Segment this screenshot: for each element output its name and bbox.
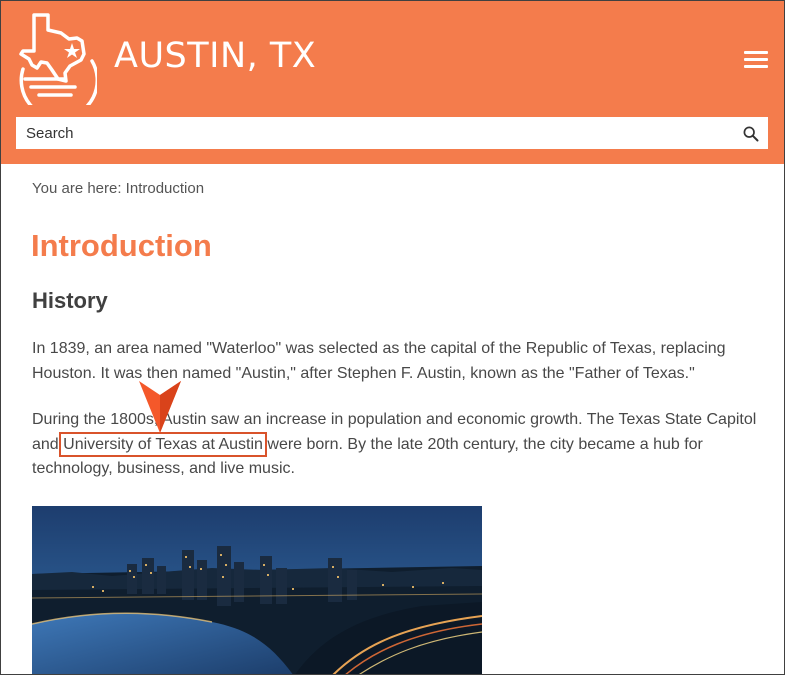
search-input[interactable]	[16, 117, 716, 149]
austin-skyline-night-photo	[32, 506, 482, 674]
search-icon[interactable]	[743, 126, 759, 142]
search-bar	[16, 117, 768, 149]
hamburger-menu-icon[interactable]	[744, 51, 768, 71]
section-title: History	[32, 288, 108, 313]
breadcrumb: You are here: Introduction	[32, 180, 205, 197]
site-title[interactable]: AUSTIN, TX	[114, 39, 316, 74]
texas-star-logo-icon[interactable]	[15, 13, 97, 105]
site-header: AUSTIN, TX	[1, 1, 784, 164]
pointer-arrow-icon	[139, 381, 181, 433]
page-frame: AUSTIN, TX You are here: Introduction In…	[0, 0, 785, 675]
history-paragraph-1: In 1839, an area named "Waterloo" was se…	[32, 340, 726, 382]
page-title: Introduction	[31, 228, 212, 263]
university-link[interactable]: University of Texas at Austin	[59, 431, 267, 457]
